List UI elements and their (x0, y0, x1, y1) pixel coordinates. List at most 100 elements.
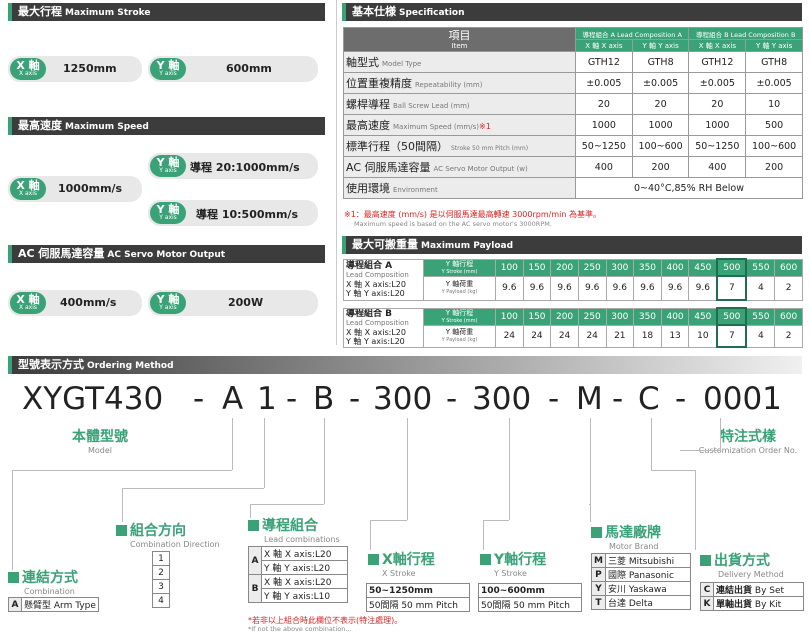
lead-comp-b: 導程組合 B Lead Composition X 軸 X axis:L20 Y 軸… (343, 307, 424, 348)
y-axis-badge: Y 軸Y axis (150, 292, 186, 314)
code-custom: 0001 (703, 381, 782, 417)
x-axis-badge: X 軸X axis (10, 178, 46, 200)
spec-row: 螺桿導程 Ball Screw Lead (mm) 20 20 20 10 (343, 93, 803, 115)
spec-row: 軸型式 Model Type GTH12 GTH8 GTH12 GTH8 (343, 51, 803, 73)
connector (483, 520, 509, 521)
delivery-options: C 連結出貨 By Set K 單軸出貨 By Kit (700, 582, 804, 611)
connector (12, 470, 13, 570)
group-b-header: 導程組合 B Lead Composition B (688, 27, 803, 40)
x-stroke-options: 50~1250mm 50間隔 50 mm Pitch (366, 583, 470, 612)
connector (232, 418, 233, 470)
spec-row: AC 伺服馬達容量 AC Servo Motor Output (w) 400 200… (343, 156, 803, 178)
y-stroke-options: 100~600mm 50間隔 50 mm Pitch (478, 583, 582, 612)
x-stroke-label: X軸行程 X Stroke (368, 549, 435, 578)
connector (695, 470, 696, 550)
motor-y-value: 200W (228, 296, 264, 309)
motor-x-pill: X 軸X axis 400mm/s (8, 290, 142, 316)
connector (407, 418, 408, 520)
direction-label: 組合方向 Combination Direction (116, 520, 220, 549)
connector (264, 418, 265, 488)
motor-brand-options: M 三菱 Mitsubishi P 國際 Panasonic Y 安川 Yaskawa… (591, 553, 692, 610)
connector (651, 418, 652, 470)
combination-label: 連結方式 Combination (8, 567, 78, 596)
load-head: Y 軸荷重 Y Payload (kg) (423, 324, 496, 348)
code-combination: A (222, 381, 244, 417)
connector (651, 470, 695, 471)
y-axis-badge: Y 軸Y axis (150, 155, 186, 177)
code-sep: - (548, 381, 560, 417)
speed-x-pill: X 軸X axis 1000mm/s (8, 176, 142, 202)
code-delivery: C (638, 381, 660, 417)
delivery-label: 出貨方式 Delivery Method (700, 550, 784, 579)
connector (370, 520, 407, 521)
connector (590, 418, 591, 522)
spec-row: 最高速度 Maximum Speed (mm/s)※1 1000 1000 1000 50… (343, 114, 803, 136)
y-axis-badge: Y 軸Y axis (150, 58, 186, 80)
code-x-stroke: 300 (373, 381, 433, 417)
spec-table: 項目 Item 導程組合 A Lead Composition A 導程組合 B … (343, 27, 803, 199)
connector (122, 488, 123, 522)
square-icon (248, 520, 259, 531)
square-icon (480, 554, 491, 565)
group-a-header: 導程組合 A Lead Composition A (574, 27, 690, 40)
spec-note: ※1：最高速度 (mm/s) 是以伺服馬達最高轉速 3000rpm/min 為基… (344, 210, 601, 228)
y-stroke-label: Y軸行程 Y Stroke (480, 549, 546, 578)
motor-x-value: 400mm/s (60, 296, 117, 309)
column-divider (336, 0, 337, 345)
connector (483, 520, 484, 550)
spec-header: 基本仕様 Specification (342, 3, 802, 21)
speed-y-pill-1: Y 軸Y axis 導程 20:1000mm/s (148, 153, 318, 179)
code-model: XYGT430 (22, 381, 164, 417)
square-icon (591, 527, 602, 538)
x-axis-badge: X 軸X axis (10, 292, 46, 314)
order-header: 型號表示方式 Ordering Method (8, 356, 802, 374)
speed-y-value-1: 導程 20:1000mm/s (190, 161, 300, 174)
lead-label: 導程組合 Lead combinations (248, 515, 340, 544)
item-header: 項目 Item (343, 27, 576, 52)
sub-head: Y 軸 Y axis (631, 39, 690, 52)
motor-y-pill: Y 軸Y axis 200W (148, 290, 318, 316)
combination-options: A 懸臂型 Arm Type (8, 597, 99, 612)
stroke-head: Y 軸行程 Y Stroke (mm) (423, 307, 496, 326)
spec-row: 標準行程（50間隔） Stroke 50 mm Pitch (mm) 50~1250… (343, 135, 803, 157)
load-head: Y 軸荷重 Y Payload (kg) (423, 275, 496, 301)
spec-row: 位置重複精度 Repeatability (mm) ±0.005 ±0.005 ±0.0… (343, 72, 803, 94)
stroke-header: 最大行程 Maximum Stroke (8, 3, 325, 21)
sub-head: X 軸 X axis (688, 39, 747, 52)
connector (250, 504, 324, 505)
code-sep: - (286, 381, 298, 417)
connector (509, 418, 510, 520)
connector (720, 418, 721, 450)
payload-table-a: 導程組合 A Lead Composition X 軸 X axis:L20 Y 軸… (343, 258, 803, 301)
motor-header: AC 伺服馬達容量 AC Servo Motor Output (8, 245, 325, 263)
payload-table-b: 導程組合 B Lead Composition X 軸 X axis:L20 Y 軸… (343, 307, 803, 348)
motor-brand-label: 馬達廠牌 Motor Brand (591, 522, 661, 551)
lead-comp-a: 導程組合 A Lead Composition X 軸 X axis:L20 Y 軸… (343, 258, 424, 301)
code-y-stroke: 300 (472, 381, 532, 417)
spec-row-env: 使用環境 Environment 0~40°C,85% RH Below (343, 177, 803, 199)
code-sep: - (675, 381, 687, 417)
lead-note: *若非以上組合時此欄位不表示(特注處理)。 *If not the above c… (248, 616, 403, 633)
stroke-y-pill: Y 軸Y axis 600mm (148, 56, 318, 82)
sub-head: Y 軸 Y axis (745, 39, 803, 52)
code-lead: B (313, 381, 335, 417)
stroke-x-value: 1250mm (63, 62, 117, 75)
stroke-y-value: 600mm (226, 62, 272, 75)
square-icon (116, 525, 127, 536)
x-axis-badge: X 軸X axis (10, 58, 46, 80)
code-motor: M (576, 381, 603, 417)
code-sep: - (349, 381, 361, 417)
code-sep: - (446, 381, 458, 417)
square-icon (368, 554, 379, 565)
payload-header: 最大可搬重量 Maximum Payload (342, 236, 802, 254)
lead-options: AX 軸 X axis:L20 Y 軸 Y axis:L20 BX 軸 X ax… (248, 546, 348, 603)
connector (680, 450, 720, 451)
square-icon (8, 572, 19, 583)
sub-head: X 軸 X axis (575, 39, 633, 52)
y-axis-badge: Y 軸Y axis (150, 202, 186, 224)
model-label: 本體型號 Model (72, 429, 128, 455)
speed-header: 最高速度 Maximum Speed (8, 117, 325, 135)
stroke-head: Y 軸行程 Y Stroke (mm) (423, 258, 496, 277)
code-sep: - (612, 381, 624, 417)
square-icon (700, 555, 711, 566)
